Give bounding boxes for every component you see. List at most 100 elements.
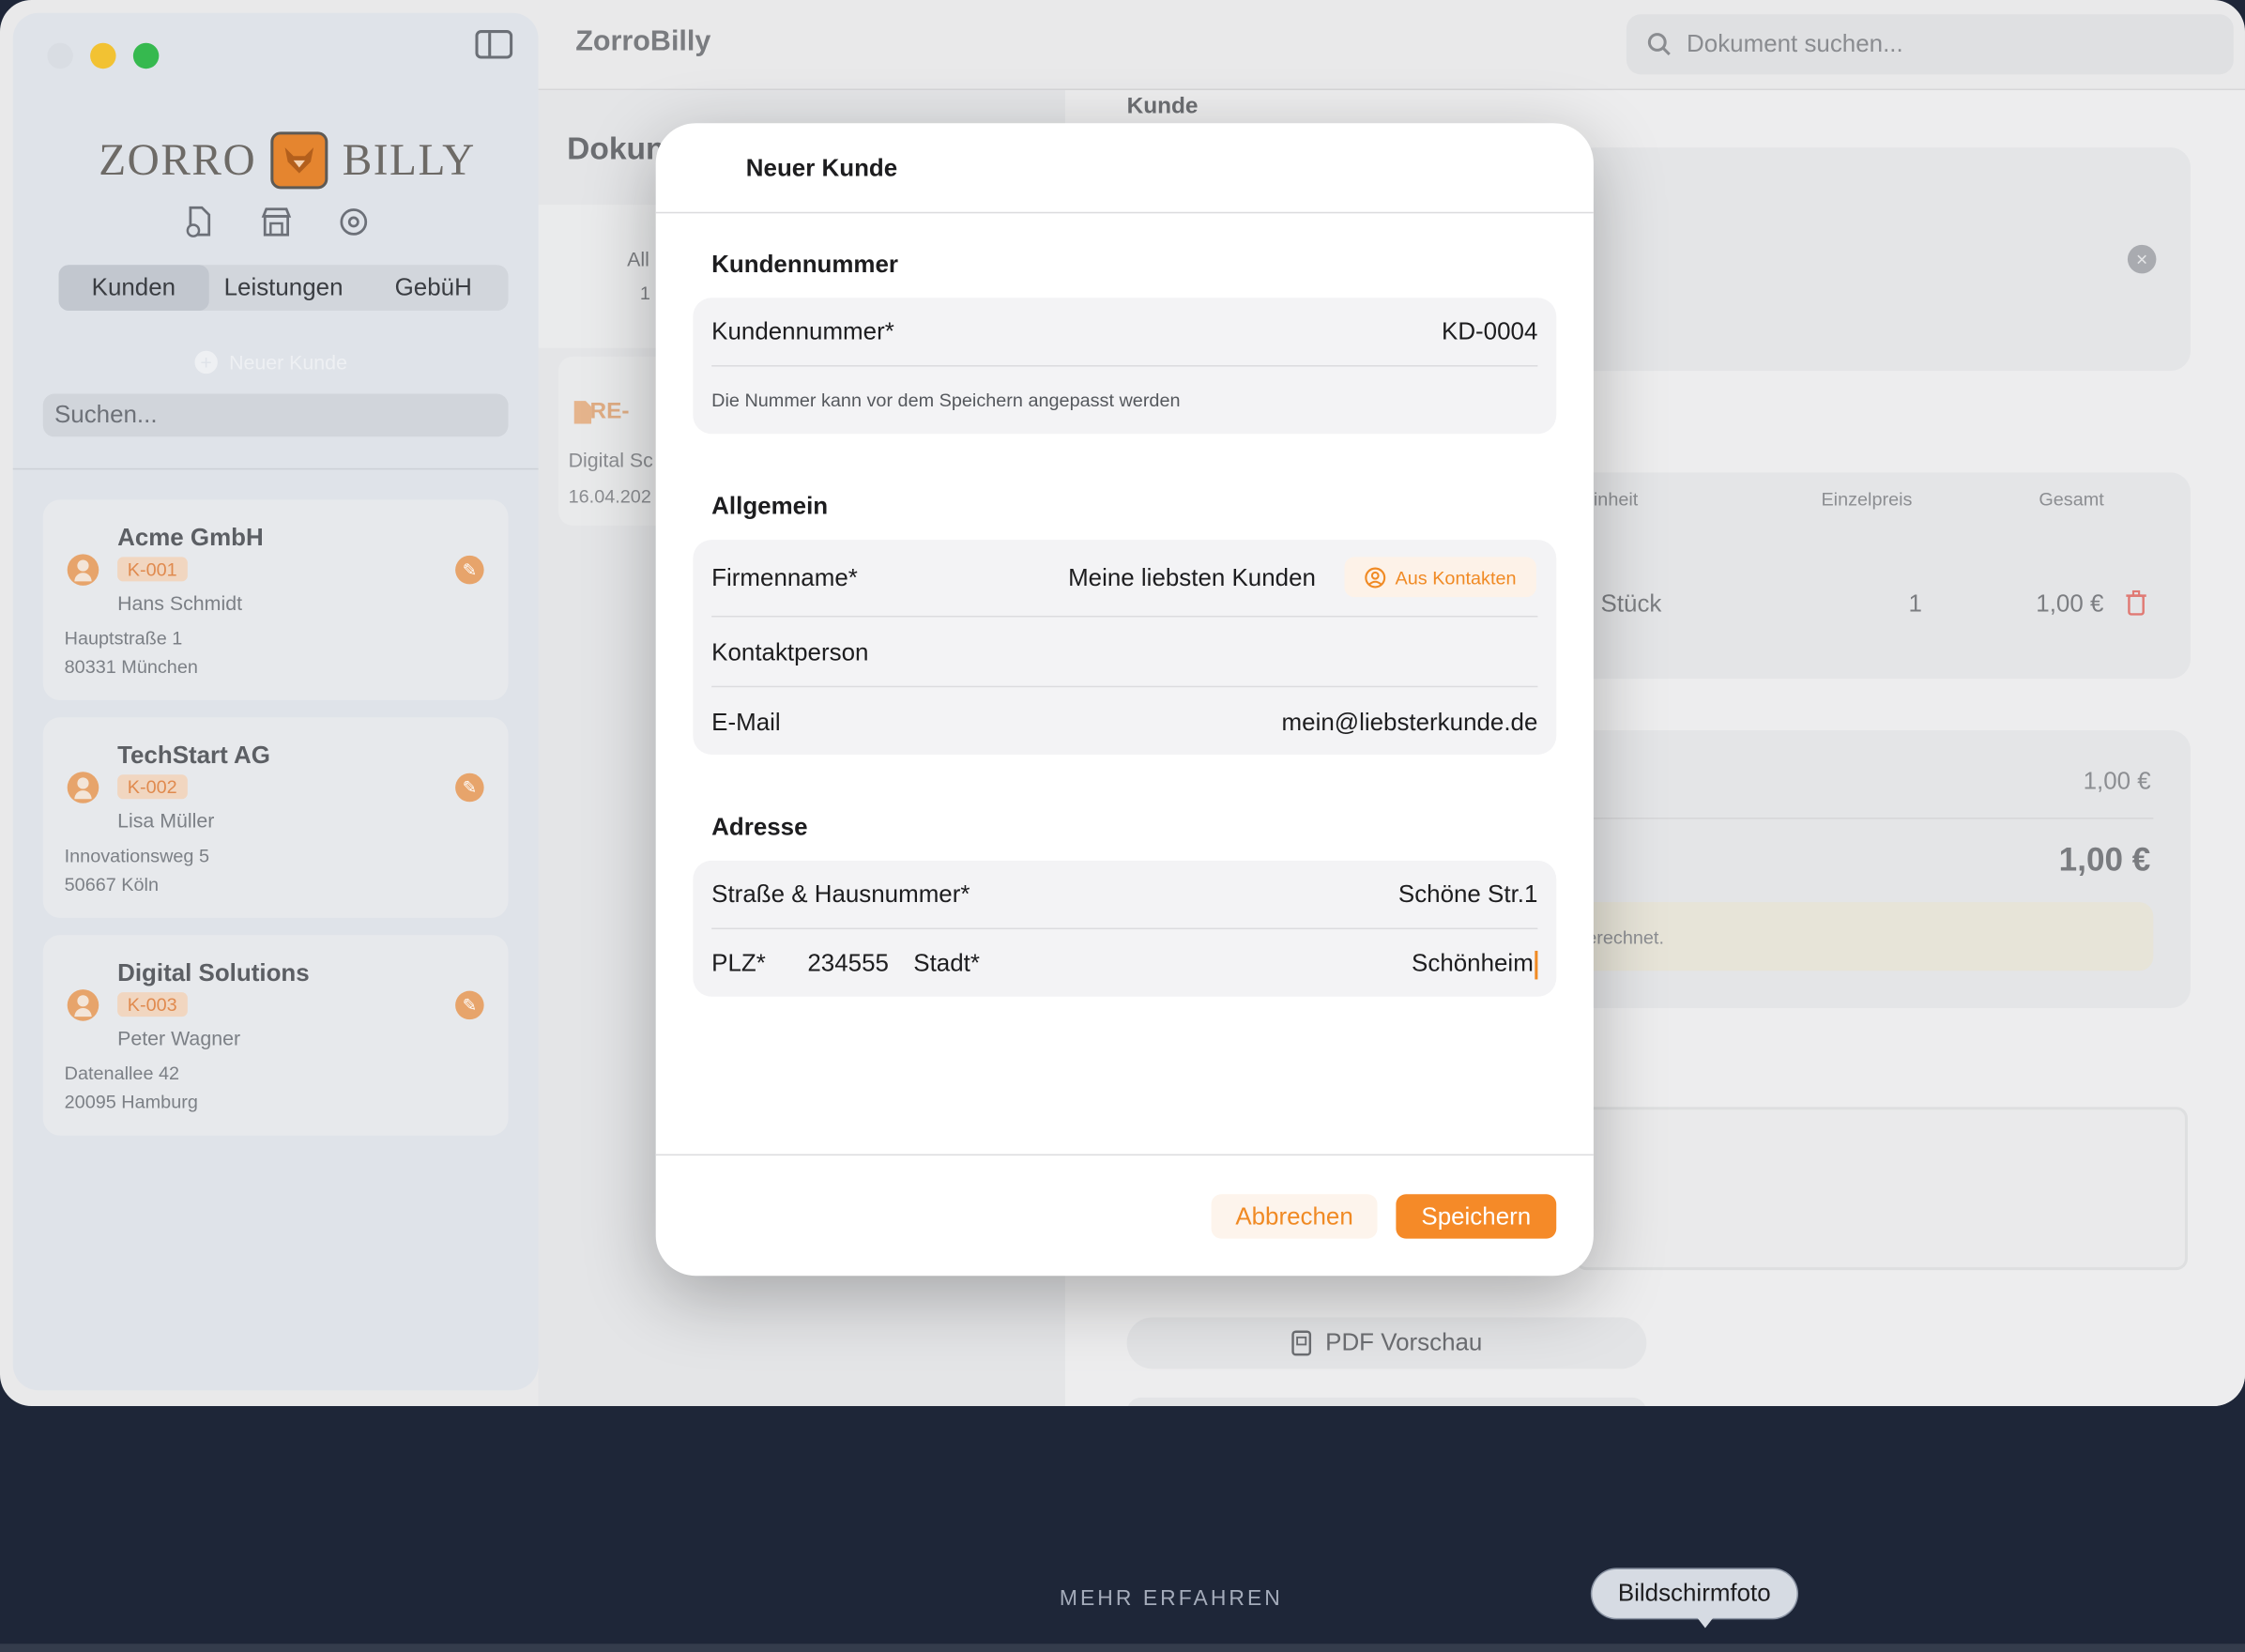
close-window-button[interactable] — [47, 42, 73, 69]
contact-person-label: Kontaktperson — [711, 638, 869, 666]
customer-city: 20095 Hamburg — [64, 1091, 198, 1113]
document-list-title: Dokun — [567, 130, 665, 166]
filter-all[interactable]: All — [627, 248, 649, 270]
company-name-field[interactable]: Meine liebsten Kunden — [1068, 564, 1316, 593]
customer-number-label: Kundennummer* — [711, 317, 894, 345]
address-group: Straße & Hausnummer* Schöne Str.1 PLZ* 2… — [693, 860, 1557, 997]
plus-icon: + — [194, 350, 218, 375]
document-date: 16.04.202 — [568, 485, 651, 508]
row-divider — [711, 365, 1538, 367]
email-label: E-Mail — [711, 709, 781, 737]
zip-field[interactable]: 234555 — [807, 949, 889, 978]
number-group: Kundennummer* KD-0004 Die Nummer kann vo… — [693, 298, 1557, 435]
secondary-button[interactable] — [1126, 1397, 1647, 1407]
item-total: 1,00 € — [2036, 589, 2104, 618]
minimize-window-button[interactable] — [90, 42, 116, 69]
tab-leistungen[interactable]: Leistungen — [208, 265, 359, 311]
column-total: Gesamt — [2039, 488, 2104, 511]
city-label: Stadt* — [913, 949, 980, 977]
city-field[interactable]: Schönheim — [1412, 949, 1538, 979]
company-name-label: Firmenname* — [711, 564, 858, 592]
dialog-header-divider — [655, 211, 1594, 214]
customer-section-label: Kunde — [1126, 94, 1199, 119]
document-number: RE- — [589, 399, 630, 424]
from-contacts-button[interactable]: Aus Kontakten — [1345, 557, 1536, 598]
item-price[interactable]: 1 — [1909, 590, 1922, 620]
zip-label: PLZ* — [711, 949, 766, 977]
customer-card[interactable]: Digital Solutions K-003 Peter Wagner Dat… — [42, 935, 509, 1136]
new-customer-button[interactable]: + Neuer Kunde — [194, 350, 347, 375]
customer-street: Datenallee 42 — [64, 1062, 180, 1084]
edit-pencil-icon[interactable]: ✎ — [455, 772, 484, 803]
learn-more-link[interactable]: MEHR ERFAHREN — [1060, 1586, 1283, 1611]
save-button[interactable]: Speichern — [1396, 1194, 1557, 1239]
cancel-button[interactable]: Abbrechen — [1211, 1194, 1378, 1239]
app-title: ZorroBilly — [575, 25, 711, 58]
row-divider — [711, 685, 1538, 688]
general-group: Firmenname* Meine liebsten Kunden Aus Ko… — [693, 540, 1557, 755]
section-title-general: Allgemein — [711, 492, 829, 520]
customer-card[interactable]: Acme GmbH K-001 Hans Schmidt Hauptstraße… — [42, 499, 509, 700]
pdf-preview-button[interactable]: PDF Vorschau — [1126, 1317, 1647, 1369]
customer-id-badge: K-002 — [117, 774, 188, 800]
sidebar-toggle-icon[interactable] — [475, 30, 513, 59]
person-icon — [67, 554, 99, 586]
customer-street: Innovationsweg 5 — [64, 845, 210, 866]
sidebar-icon-bar — [182, 205, 371, 239]
search-placeholder: Dokument suchen... — [1687, 30, 1903, 58]
stage: ZorroBilly Dokument suchen... Dokun All … — [0, 0, 2245, 1652]
dialog-footer-divider — [655, 1154, 1594, 1156]
customer-contact: Hans Schmidt — [117, 591, 243, 615]
customer-name: Acme GmbH — [117, 524, 264, 552]
item-unit[interactable]: Stück — [1601, 590, 1662, 620]
customer-contact: Peter Wagner — [117, 1026, 241, 1050]
email-field[interactable]: mein@liebsterkunde.de — [1282, 709, 1538, 738]
customer-id-badge: K-003 — [117, 992, 188, 1017]
customer-search-input[interactable]: Suchen... — [42, 393, 509, 437]
customer-number-field[interactable]: KD-0004 — [1442, 318, 1537, 347]
street-field[interactable]: Schöne Str.1 — [1398, 880, 1537, 910]
tab-kunden[interactable]: Kunden — [58, 265, 209, 312]
totals-divider — [1575, 818, 2154, 819]
customer-search-placeholder: Suchen... — [53, 401, 158, 429]
column-unit: inheit — [1593, 488, 1639, 511]
sidebar: ZORRO BILLY Kunden Leistungen GebüH + Ne… — [12, 12, 539, 1391]
edit-pencil-icon[interactable]: ✎ — [455, 990, 484, 1020]
zoom-window-button[interactable] — [132, 42, 160, 69]
contacts-icon — [1365, 566, 1386, 588]
search-icon — [1647, 33, 1671, 56]
logo-text-right: BILLY — [342, 134, 476, 185]
screenshot-tooltip: Bildschirmfoto — [1592, 1568, 1797, 1618]
row-divider — [711, 615, 1538, 618]
bottom-strip — [0, 1644, 2245, 1652]
trash-icon[interactable] — [2125, 589, 2147, 623]
tax-note-text: erechnet. — [1586, 926, 1664, 948]
street-label: Straße & Hausnummer* — [711, 880, 970, 909]
clear-customer-icon[interactable]: × — [2127, 244, 2157, 274]
app-logo: ZORRO BILLY — [99, 125, 476, 196]
tooltip-pointer — [1695, 1614, 1716, 1629]
gear-icon[interactable] — [336, 205, 371, 239]
customer-id-badge: K-001 — [117, 557, 188, 582]
column-unit-price: Einzelpreis — [1821, 488, 1913, 511]
notes-textarea[interactable] — [1575, 1107, 2188, 1271]
tab-gebuehr[interactable]: GebüH — [359, 265, 509, 311]
customer-city: 80331 München — [64, 655, 198, 678]
store-icon[interactable] — [259, 205, 294, 239]
edit-pencil-icon[interactable]: ✎ — [455, 555, 484, 585]
app-window: ZorroBilly Dokument suchen... Dokun All … — [0, 0, 2245, 1407]
city-value: Schönheim — [1412, 949, 1534, 977]
subtotal-value: 1,00 € — [2083, 767, 2151, 795]
person-icon — [67, 989, 99, 1021]
customer-box — [1575, 147, 2192, 372]
fox-logo-icon — [270, 131, 328, 190]
contact-person-field[interactable] — [1022, 638, 1537, 670]
section-title-address: Adresse — [711, 813, 808, 841]
customer-name: TechStart AG — [117, 742, 270, 770]
pdf-icon — [1290, 1330, 1311, 1356]
document-search[interactable]: Dokument suchen... — [1626, 14, 2234, 75]
document-add-icon[interactable] — [182, 205, 217, 239]
person-icon — [67, 772, 99, 803]
customer-card[interactable]: TechStart AG K-002 Lisa Müller Innovatio… — [42, 717, 509, 918]
customer-contact: Lisa Müller — [117, 808, 215, 833]
